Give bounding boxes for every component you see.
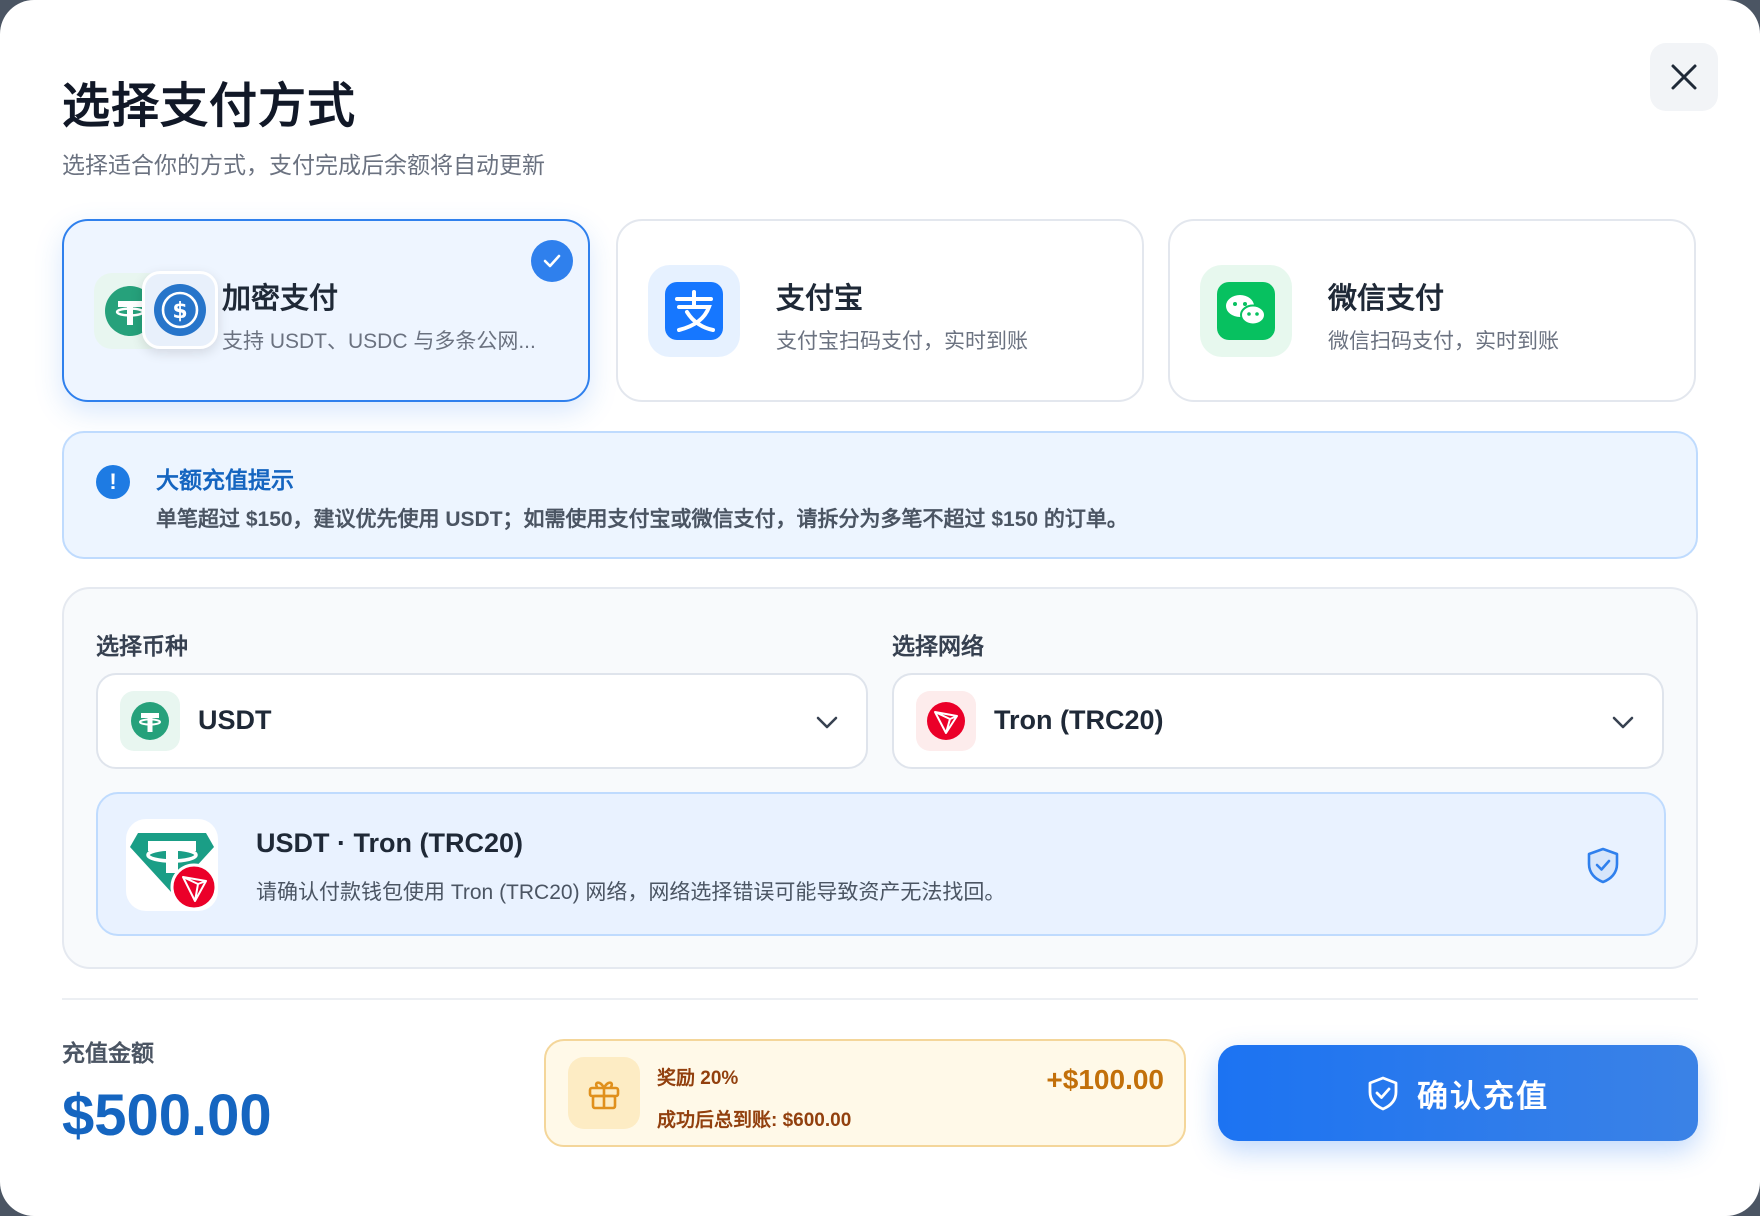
method-card-wechat[interactable]: 微信支付 微信扫码支付，实时到账 [1168, 219, 1696, 402]
method-card-crypto[interactable]: $ 加密支付 支持 USDT、USDC 与多条公网... [62, 219, 590, 402]
currency-value: USDT [198, 705, 272, 735]
currency-select[interactable]: USDT [96, 673, 868, 769]
network-select[interactable]: Tron (TRC20) [892, 673, 1664, 769]
shield-check-icon [1587, 847, 1619, 884]
amount-label: 充值金额 [62, 1040, 154, 1066]
dialog-subtitle: 选择适合你的方式，支付完成后余额将自动更新 [62, 152, 545, 178]
dialog-title: 选择支付方式 [62, 80, 357, 133]
method-name: 加密支付 [222, 283, 339, 315]
info-title: USDT · Tron (TRC20) [256, 828, 523, 858]
tether-icon [120, 691, 180, 751]
crypto-options-panel: 选择币种 选择网络 USDT Tron (TRC20) USDT · Tron … [62, 587, 1698, 969]
method-name: 微信支付 [1328, 283, 1445, 315]
bonus-card: 奖励 20% 成功后总到账: $600.00 +$100.00 [544, 1039, 1186, 1147]
amount-value: $500.00 [62, 1083, 272, 1148]
chevron-down-icon [816, 716, 838, 729]
payment-dialog: 选择支付方式 选择适合你的方式，支付完成后余额将自动更新 $ 加密支付 支持 U… [0, 0, 1760, 1216]
bonus-total: 成功后总到账: $600.00 [657, 1110, 852, 1131]
method-desc: 微信扫码支付，实时到账 [1328, 330, 1559, 353]
crypto-icons: $ [94, 271, 218, 353]
selected-check-icon [531, 240, 573, 282]
info-alert-icon: ! [96, 465, 130, 499]
confirm-recharge-button[interactable]: 确认充值 [1218, 1045, 1698, 1141]
usdt-tron-logo [126, 819, 218, 911]
gift-icon [568, 1057, 640, 1129]
shield-check-icon [1368, 1076, 1398, 1111]
footer-divider [62, 998, 1698, 1000]
method-desc: 支持 USDT、USDC 与多条公网... [222, 330, 536, 353]
method-desc: 支付宝扫码支付，实时到账 [776, 330, 1028, 353]
large-amount-notice: ! 大额充值提示 单笔超过 $150，建议优先使用 USDT；如需使用支付宝或微… [62, 431, 1698, 559]
network-confirm-box: USDT · Tron (TRC20) 请确认付款钱包使用 Tron (TRC2… [96, 792, 1666, 936]
info-text: 请确认付款钱包使用 Tron (TRC20) 网络，网络选择错误可能导致资产无法… [256, 881, 1006, 904]
wechat-icon [1200, 265, 1292, 357]
close-icon [1671, 64, 1697, 90]
notice-text: 单笔超过 $150，建议优先使用 USDT；如需使用支付宝或微信支付，请拆分为多… [156, 508, 1128, 531]
network-label: 选择网络 [892, 633, 984, 659]
confirm-label: 确认充值 [1417, 1078, 1549, 1114]
currency-label: 选择币种 [96, 633, 188, 659]
bonus-rate: 奖励 20% [657, 1068, 739, 1089]
chevron-down-icon [1612, 716, 1634, 729]
method-card-alipay[interactable]: 支付宝 支付宝扫码支付，实时到账 [616, 219, 1144, 402]
alipay-icon [648, 265, 740, 357]
notice-title: 大额充值提示 [156, 467, 294, 493]
usdc-icon: $ [142, 271, 218, 349]
tron-icon [916, 691, 976, 751]
method-name: 支付宝 [776, 283, 864, 315]
close-button[interactable] [1650, 43, 1718, 111]
network-value: Tron (TRC20) [994, 705, 1164, 735]
svg-text:$: $ [172, 299, 187, 324]
bonus-amount: +$100.00 [1046, 1064, 1164, 1095]
